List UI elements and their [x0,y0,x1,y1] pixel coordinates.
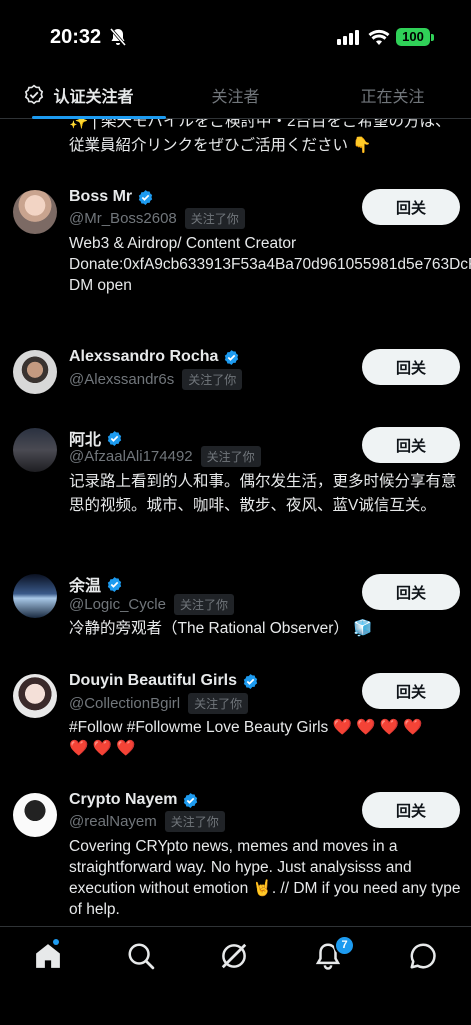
follow-back-button[interactable]: 回关 [362,189,460,225]
tab-label: 正在关注 [360,89,425,106]
user-handle: @Alexssandr6s [69,371,175,388]
avatar[interactable] [13,190,57,234]
tab-verified-followers[interactable]: 认证关注者 [0,72,166,119]
user-name-line: Crypto Nayem [69,791,199,809]
user-name[interactable]: 余温 [69,572,101,596]
battery-indicator: 100 [396,28,430,46]
user-bio: Web3 & Airdrop/ Content Creator Donate:0… [69,235,471,294]
user-bio: Covering CRYpto news, memes and moves in… [69,838,461,918]
status-bar: 20:32 100 [0,0,471,72]
user-handle-line: @AfzaalAli174492 关注了你 [69,446,261,467]
follows-you-badge: 关注了你 [184,208,245,229]
user-bio: #Follow #Followme Love Beauty Girls ❤️ ❤… [69,719,423,757]
follow-back-button[interactable]: 回关 [362,574,460,610]
notifications-count-badge: 7 [334,935,355,956]
follow-back-button[interactable]: 回关 [362,427,460,463]
battery-tip [431,34,434,41]
avatar[interactable] [13,428,57,472]
verified-badge-icon [184,792,198,808]
wifi-icon [368,29,390,45]
user-name[interactable]: Crypto Nayem [69,791,177,809]
home-icon[interactable] [33,941,63,971]
verified-badge-icon [225,349,239,365]
user-name-line: Boss Mr [69,188,154,206]
verified-badge-icon [107,430,122,446]
user-name[interactable]: Douyin Beautiful Girls [69,672,237,690]
user-handle-line: @Alexssandr6s 关注了你 [69,369,243,390]
follows-you-badge: 关注了你 [182,369,243,390]
verified-badge-icon [138,189,153,205]
user-name-line: Alexssandro Rocha [69,348,240,366]
home-unread-dot [53,939,59,945]
tab-label: 认证关注者 [53,89,134,106]
status-time: 20:32 [50,26,102,48]
user-handle-line: @Logic_Cycle 关注了你 [69,594,234,615]
follow-back-button[interactable]: 回关 [362,673,460,709]
follows-you-badge: 关注了你 [164,811,225,832]
signal-icon [337,30,359,45]
verified-badge-outline-icon [25,84,44,105]
user-handle: @CollectionBgirl [69,695,181,712]
bottom-nav: 7 [0,926,471,1025]
follow-back-button[interactable]: 回关 [362,792,460,828]
user-name-line: 余温 [69,572,123,596]
user-handle-line: @Mr_Boss2608 关注了你 [69,208,245,229]
bell-off-icon [110,28,126,46]
verified-badge-icon [107,576,122,592]
avatar[interactable] [13,350,57,394]
messages-icon[interactable] [408,941,438,971]
followers-tabs: 认证关注者 关注者 正在关注 [0,72,471,119]
user-bio: 记录路上看到的人和事。偶尔发生活，更多时候分享有意思的视频。城市、咖啡、散步、夜… [69,473,457,514]
user-handle: @Logic_Cycle [69,596,166,613]
user-handle-line: @CollectionBgirl 关注了你 [69,693,249,714]
user-handle: @AfzaalAli174492 [69,448,193,465]
avatar[interactable] [13,793,57,837]
tab-following[interactable]: 正在关注 [314,72,471,118]
grok-icon[interactable] [219,941,249,971]
verified-badge-icon [243,673,258,689]
tab-label: 关注者 [211,89,260,106]
user-handle-line: @realNayem 关注了你 [69,811,225,832]
user-bio: 冷静的旁观者（The Rational Observer） 🧊 [69,620,373,637]
user-handle: @realNayem [69,813,157,830]
follow-back-button[interactable]: 回关 [362,349,460,385]
user-name[interactable]: Alexssandro Rocha [69,348,218,366]
active-tab-indicator [32,116,166,119]
avatar[interactable] [13,674,57,718]
user-name[interactable]: Boss Mr [69,188,132,206]
follows-you-badge: 关注了你 [173,594,234,615]
follows-you-badge: 关注了你 [200,446,261,467]
follows-you-badge: 关注了你 [188,693,249,714]
user-name-line: Douyin Beautiful Girls [69,672,259,690]
user-handle: @Mr_Boss2608 [69,210,177,227]
avatar[interactable] [13,574,57,618]
search-icon[interactable] [126,941,156,971]
tab-followers[interactable]: 关注者 [157,72,314,118]
